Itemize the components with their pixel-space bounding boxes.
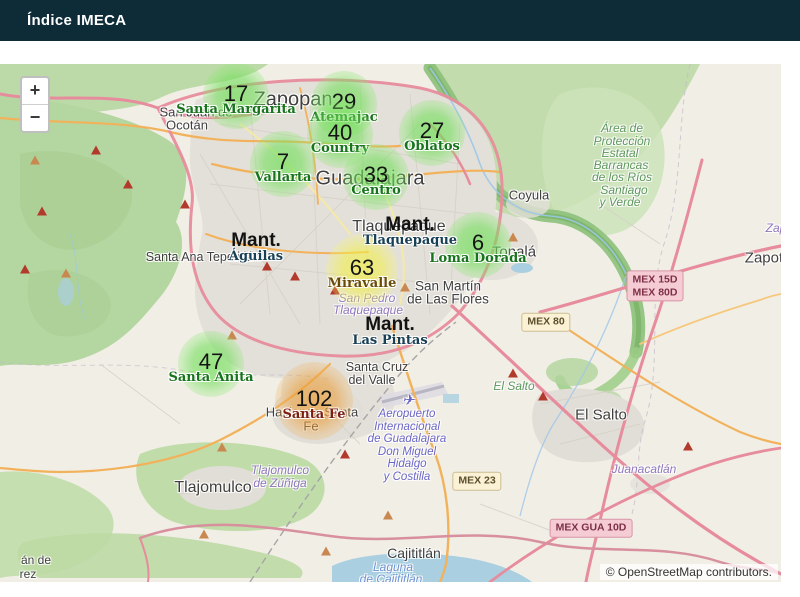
station-label: Las Pintas [352, 333, 428, 348]
map-zoom-control: + − [20, 76, 50, 133]
station-label: Santa Margarita [176, 102, 296, 117]
zoom-out-button[interactable]: − [22, 104, 48, 131]
imeca-map[interactable]: ZapopanGuadalajaraTlaquepaqueTonaláCoyul… [0, 64, 781, 582]
station-label: Miravalle [327, 276, 397, 291]
station-label: Vallarta [254, 170, 312, 185]
station-label: Tlaquepaque [362, 233, 458, 248]
station-label: Santa Anita [168, 370, 254, 385]
zoom-in-button[interactable]: + [22, 78, 48, 104]
station-label: Centro [351, 183, 401, 198]
page-title: Índice IMECA [27, 12, 127, 29]
app-header: Índice IMECA [0, 0, 800, 41]
map-attribution-link[interactable]: © OpenStreetMap contributors. [599, 564, 778, 580]
station-label: Oblatos [404, 139, 460, 154]
station-label: Santa Fe [282, 407, 346, 422]
station-label: Águilas [228, 249, 284, 264]
station-label: Loma Dorada [429, 251, 527, 266]
